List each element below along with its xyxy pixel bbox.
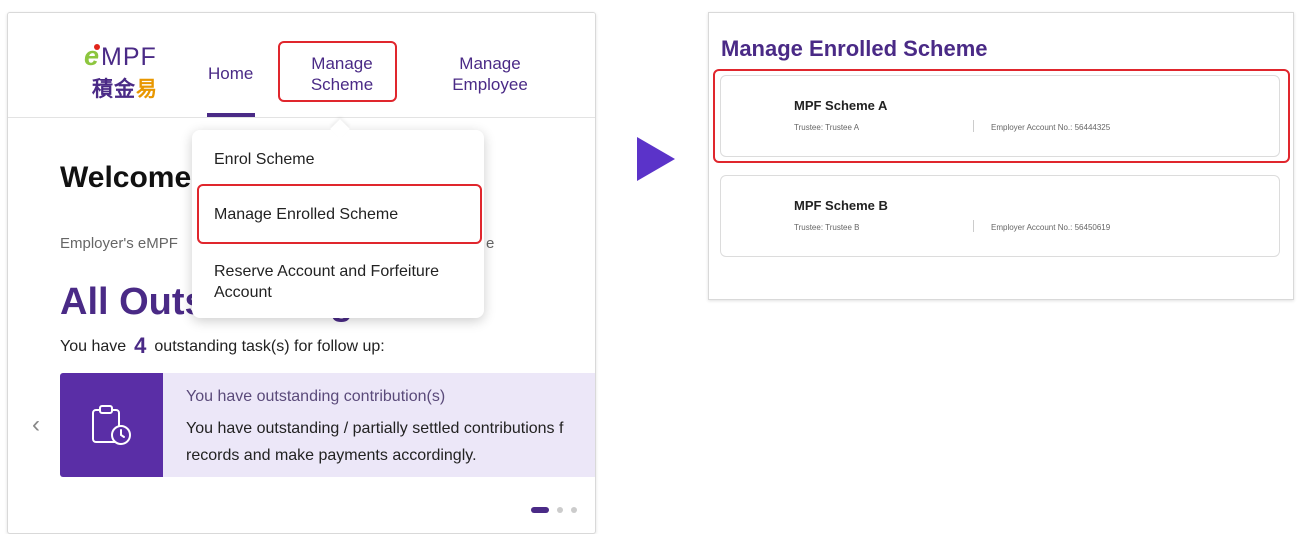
logo-chinese-accent: 易 bbox=[136, 78, 158, 101]
card-icon-box bbox=[60, 373, 163, 477]
nav-home-active-indicator bbox=[207, 113, 255, 117]
card-title: You have outstanding contribution(s) bbox=[186, 388, 446, 405]
tasks-suffix: outstanding task(s) for follow up: bbox=[154, 338, 385, 355]
nav-manage-employee[interactable]: Manage Employee bbox=[430, 53, 550, 95]
scheme-divider bbox=[973, 220, 974, 232]
manage-scheme-dropdown: Enrol Scheme Manage Enrolled Scheme Rese… bbox=[192, 119, 484, 318]
logo-chinese-main: 積金 bbox=[92, 78, 136, 101]
subtitle-start: Employer's eMPF bbox=[60, 235, 178, 252]
logo-chinese: 積金易 bbox=[92, 73, 158, 103]
tasks-prefix: You have bbox=[60, 338, 127, 355]
highlight-manage-enrolled-scheme bbox=[197, 184, 482, 244]
right-screen: Manage Enrolled Scheme MPF Scheme A Trus… bbox=[708, 12, 1294, 300]
top-nav: e MPF 積金易 Home Manage Scheme Manage Empl… bbox=[8, 13, 595, 118]
scheme-trustee: Trustee: Trustee B bbox=[794, 223, 860, 232]
nav-home[interactable]: Home bbox=[208, 63, 253, 84]
card-body-line-2: records and make payments accordingly. bbox=[186, 447, 477, 464]
play-arrow-icon bbox=[637, 137, 675, 181]
welcome-heading: Welcome bbox=[60, 161, 192, 194]
card-body: You have outstanding / partially settled… bbox=[186, 415, 563, 469]
outstanding-contribution-card[interactable]: You have outstanding contribution(s) You… bbox=[60, 373, 595, 477]
carousel-dots bbox=[531, 501, 577, 519]
tasks-count: 4 bbox=[134, 333, 147, 358]
scheme-employer-account: Employer Account No.: 56450619 bbox=[991, 223, 1111, 232]
subtitle-end: e bbox=[486, 235, 495, 252]
left-screen: e MPF 積金易 Home Manage Scheme Manage Empl… bbox=[7, 12, 596, 534]
scheme-name: MPF Scheme B bbox=[794, 198, 888, 213]
logo-dot bbox=[94, 44, 100, 50]
highlight-manage-scheme bbox=[278, 41, 397, 102]
tasks-summary: You have 4 outstanding task(s) for follow … bbox=[60, 333, 385, 359]
carousel-prev-button[interactable]: ‹ bbox=[32, 411, 40, 439]
section-title-start: All Outs bbox=[60, 281, 206, 323]
highlight-scheme-a bbox=[713, 69, 1290, 163]
scheme-card-b[interactable]: MPF Scheme B Trustee: Trustee B Employer… bbox=[720, 175, 1280, 257]
clipboard-clock-icon bbox=[92, 405, 131, 445]
page-title: Manage Enrolled Scheme bbox=[721, 36, 988, 61]
menu-item-enrol-scheme[interactable]: Enrol Scheme bbox=[214, 149, 315, 170]
empf-logo[interactable]: e MPF 積金易 bbox=[84, 41, 174, 101]
dropdown-caret bbox=[330, 119, 350, 139]
logo-text: MPF bbox=[101, 43, 157, 71]
menu-item-reserve-forfeiture-account[interactable]: Reserve Account and Forfeiture Account bbox=[214, 261, 474, 303]
card-body-line-1: You have outstanding / partially settled… bbox=[186, 420, 564, 437]
